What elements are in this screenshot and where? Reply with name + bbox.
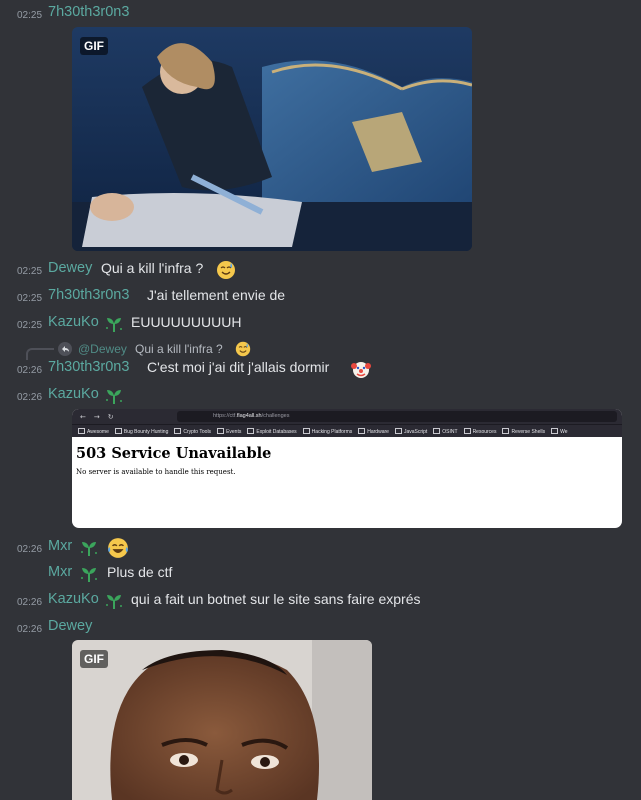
error-heading: 503 Service Unavailable	[76, 445, 272, 462]
timestamp: 02:25	[17, 266, 43, 277]
gif-badge: GIF	[80, 37, 108, 55]
sweat-smile-emoji	[217, 261, 235, 279]
message-row: 02:26 7h30th3r0n3 C'est moi j'ai dit j'a…	[0, 359, 641, 381]
username[interactable]: Mxr	[48, 564, 72, 580]
gif-badge: GIF	[80, 650, 108, 668]
timestamp: 02:25	[17, 320, 43, 331]
timestamp: 02:26	[17, 392, 43, 403]
bookmark: Awesome	[78, 428, 109, 435]
gif-image	[72, 640, 372, 800]
browser-toolbar: ← → ↻ https://ctf.flag4all.sh/challenges	[72, 409, 622, 424]
timestamp: 02:26	[17, 544, 43, 555]
message-row: 02:25 7h30th3r0n3 J'ai tellement envie d…	[0, 287, 641, 309]
sprout-badge-icon	[106, 390, 122, 404]
reply-arrow-icon	[58, 342, 72, 356]
message-header: 02:26 Dewey	[0, 618, 641, 640]
message-row: 02:26 Mxr	[0, 538, 641, 560]
gif-image	[72, 27, 472, 251]
bookmark: OSINT	[433, 428, 457, 435]
message-text: EUUUUUUUUUH	[131, 314, 242, 330]
reply-preview-text[interactable]: Qui a kill l'infra ?	[135, 342, 223, 356]
timestamp: 02:25	[17, 10, 43, 21]
sprout-badge-icon	[81, 542, 97, 556]
clown-emoji	[351, 362, 371, 378]
bookmark: Resources	[464, 428, 497, 435]
gif-embed[interactable]: GIF	[72, 640, 372, 800]
bookmark: Hacking Platforms	[303, 428, 353, 435]
username[interactable]: 7h30th3r0n3	[48, 359, 129, 375]
timestamp: 02:25	[17, 293, 43, 304]
message-row: 02:26 KazuKo qui a fait un botnet sur le…	[0, 591, 641, 613]
error-body: No server is available to handle this re…	[76, 468, 236, 476]
sprout-badge-icon	[106, 318, 122, 332]
message-text: qui a fait un botnet sur le site sans fa…	[131, 591, 421, 607]
message-header: 02:25 7h30th3r0n3	[0, 4, 641, 26]
message-row: Mxr Plus de ctf	[0, 564, 641, 586]
image-attachment[interactable]: ← → ↻ https://ctf.flag4all.sh/challenges…	[72, 409, 622, 528]
sprout-badge-icon	[106, 595, 122, 609]
message-text: J'ai tellement envie de	[147, 287, 286, 303]
message-text: C'est moi j'ai dit j'allais dormir	[147, 359, 330, 375]
message-row: 02:26 KazuKo	[0, 386, 641, 408]
bookmarks-bar: Awesome Bug Bounty Hunting Crypto Tools …	[72, 424, 622, 437]
username[interactable]: KazuKo	[48, 314, 99, 330]
message-row: 02:25 Dewey Qui a kill l'infra ?	[0, 260, 641, 282]
back-icon: ←	[80, 412, 86, 421]
username[interactable]: KazuKo	[48, 591, 99, 607]
bookmark: JavaScript	[395, 428, 427, 435]
bookmark: Hardware	[358, 428, 389, 435]
message-text: Plus de ctf	[107, 564, 173, 580]
message-text: Qui a kill l'infra ?	[101, 260, 204, 276]
bookmark: Exploit Databases	[247, 428, 296, 435]
timestamp: 02:26	[17, 597, 43, 608]
bookmark: Events	[217, 428, 241, 435]
timestamp: 02:26	[17, 365, 43, 376]
username[interactable]: Dewey	[48, 618, 92, 634]
bookmark: Crypto Tools	[174, 428, 211, 435]
reply-mention[interactable]: @Dewey	[78, 342, 127, 356]
username[interactable]: 7h30th3r0n3	[48, 287, 129, 303]
bookmark: Bug Bounty Hunting	[115, 428, 168, 435]
message-row: 02:25 KazuKo EUUUUUUUUUH	[0, 314, 641, 336]
sweat-smile-emoji	[235, 341, 251, 357]
username[interactable]: Mxr	[48, 538, 72, 554]
joy-emoji	[108, 538, 128, 558]
forward-icon: →	[93, 412, 100, 421]
bookmark: We	[551, 428, 567, 435]
sprout-badge-icon	[81, 568, 97, 582]
timestamp: 02:26	[17, 624, 43, 635]
bookmark: Reverse Shells	[502, 428, 545, 435]
username[interactable]: 7h30th3r0n3	[48, 4, 129, 20]
browser-url: https://ctf.flag4all.sh/challenges	[177, 411, 617, 422]
username[interactable]: Dewey	[48, 260, 92, 276]
gif-embed[interactable]: GIF	[72, 27, 472, 251]
username[interactable]: KazuKo	[48, 386, 99, 402]
reload-icon: ↻	[107, 412, 114, 421]
